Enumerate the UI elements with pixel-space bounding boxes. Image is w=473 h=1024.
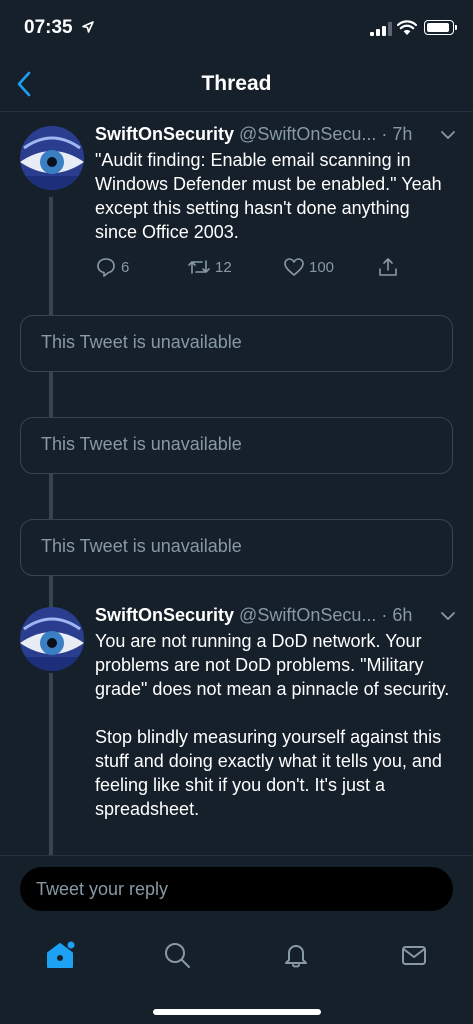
tab-bar (0, 925, 473, 1024)
tab-notifications[interactable] (276, 935, 316, 975)
tab-search[interactable] (157, 935, 197, 975)
unavailable-tweet: This Tweet is unavailable (20, 519, 453, 576)
thread-connector (49, 673, 53, 855)
tweet-time: · 6h (381, 605, 413, 625)
thread-connector (49, 371, 53, 418)
share-action[interactable] (377, 256, 403, 278)
search-icon (165, 943, 190, 968)
cellular-signal-icon (370, 22, 392, 36)
tweet-actions: 6 12 100 (95, 256, 415, 284)
heart-icon (284, 258, 304, 276)
mail-icon (402, 946, 426, 965)
battery-icon (424, 20, 457, 35)
eye-avatar-icon (20, 126, 84, 190)
author-name[interactable]: SwiftOnSecurity (95, 605, 234, 625)
wifi-icon (397, 20, 417, 35)
tab-home[interactable] (40, 935, 80, 975)
reply-count: 6 (121, 258, 130, 276)
page-title: Thread (201, 72, 272, 95)
unavailable-text: This Tweet is unavailable (41, 434, 242, 454)
reply-icon (97, 258, 115, 277)
reply-bar (0, 855, 473, 925)
location-arrow-icon (82, 21, 94, 33)
unavailable-tweet: This Tweet is unavailable (20, 315, 453, 372)
avatar[interactable] (20, 607, 84, 671)
tab-messages[interactable] (394, 935, 434, 975)
retweet-action[interactable]: 12 (187, 256, 232, 278)
tweet-header: SwiftOnSecurity @SwiftOnSecu... · 7h (95, 124, 412, 145)
like-action[interactable]: 100 (283, 256, 334, 278)
thread-connector (49, 576, 53, 608)
thread-connector (49, 197, 53, 317)
author-name[interactable]: SwiftOnSecurity (95, 124, 234, 144)
author-handle[interactable]: @SwiftOnSecu... (239, 605, 376, 625)
reply-input[interactable] (20, 867, 453, 911)
retweet-count: 12 (215, 258, 232, 276)
tweet-header: SwiftOnSecurity @SwiftOnSecu... · 6h (95, 605, 412, 626)
tweet-time: · 7h (381, 124, 413, 144)
tweet-text: You are not running a DoD network. Your … (95, 631, 450, 819)
status-bar: 07:35 (0, 0, 473, 56)
navigation-bar: Thread (0, 56, 473, 112)
author-handle[interactable]: @SwiftOnSecu... (239, 124, 376, 144)
retweet-icon (188, 260, 210, 274)
chevron-down-icon[interactable] (440, 609, 456, 623)
chevron-down-icon[interactable] (440, 128, 456, 142)
unavailable-tweet: This Tweet is unavailable (20, 417, 453, 474)
unavailable-text: This Tweet is unavailable (41, 536, 242, 556)
home-indicator[interactable] (153, 1009, 321, 1015)
tweet-text: "Audit finding: Enable email scanning in… (95, 150, 447, 242)
bell-icon (285, 945, 307, 968)
eye-avatar-icon (20, 607, 84, 671)
share-icon (379, 258, 397, 276)
avatar[interactable] (20, 126, 84, 190)
home-icon (47, 941, 75, 968)
status-time: 07:35 (24, 17, 73, 38)
unavailable-text: This Tweet is unavailable (41, 332, 242, 352)
reply-action[interactable]: 6 (95, 256, 129, 278)
like-count: 100 (309, 258, 335, 276)
thread-connector (49, 474, 53, 521)
